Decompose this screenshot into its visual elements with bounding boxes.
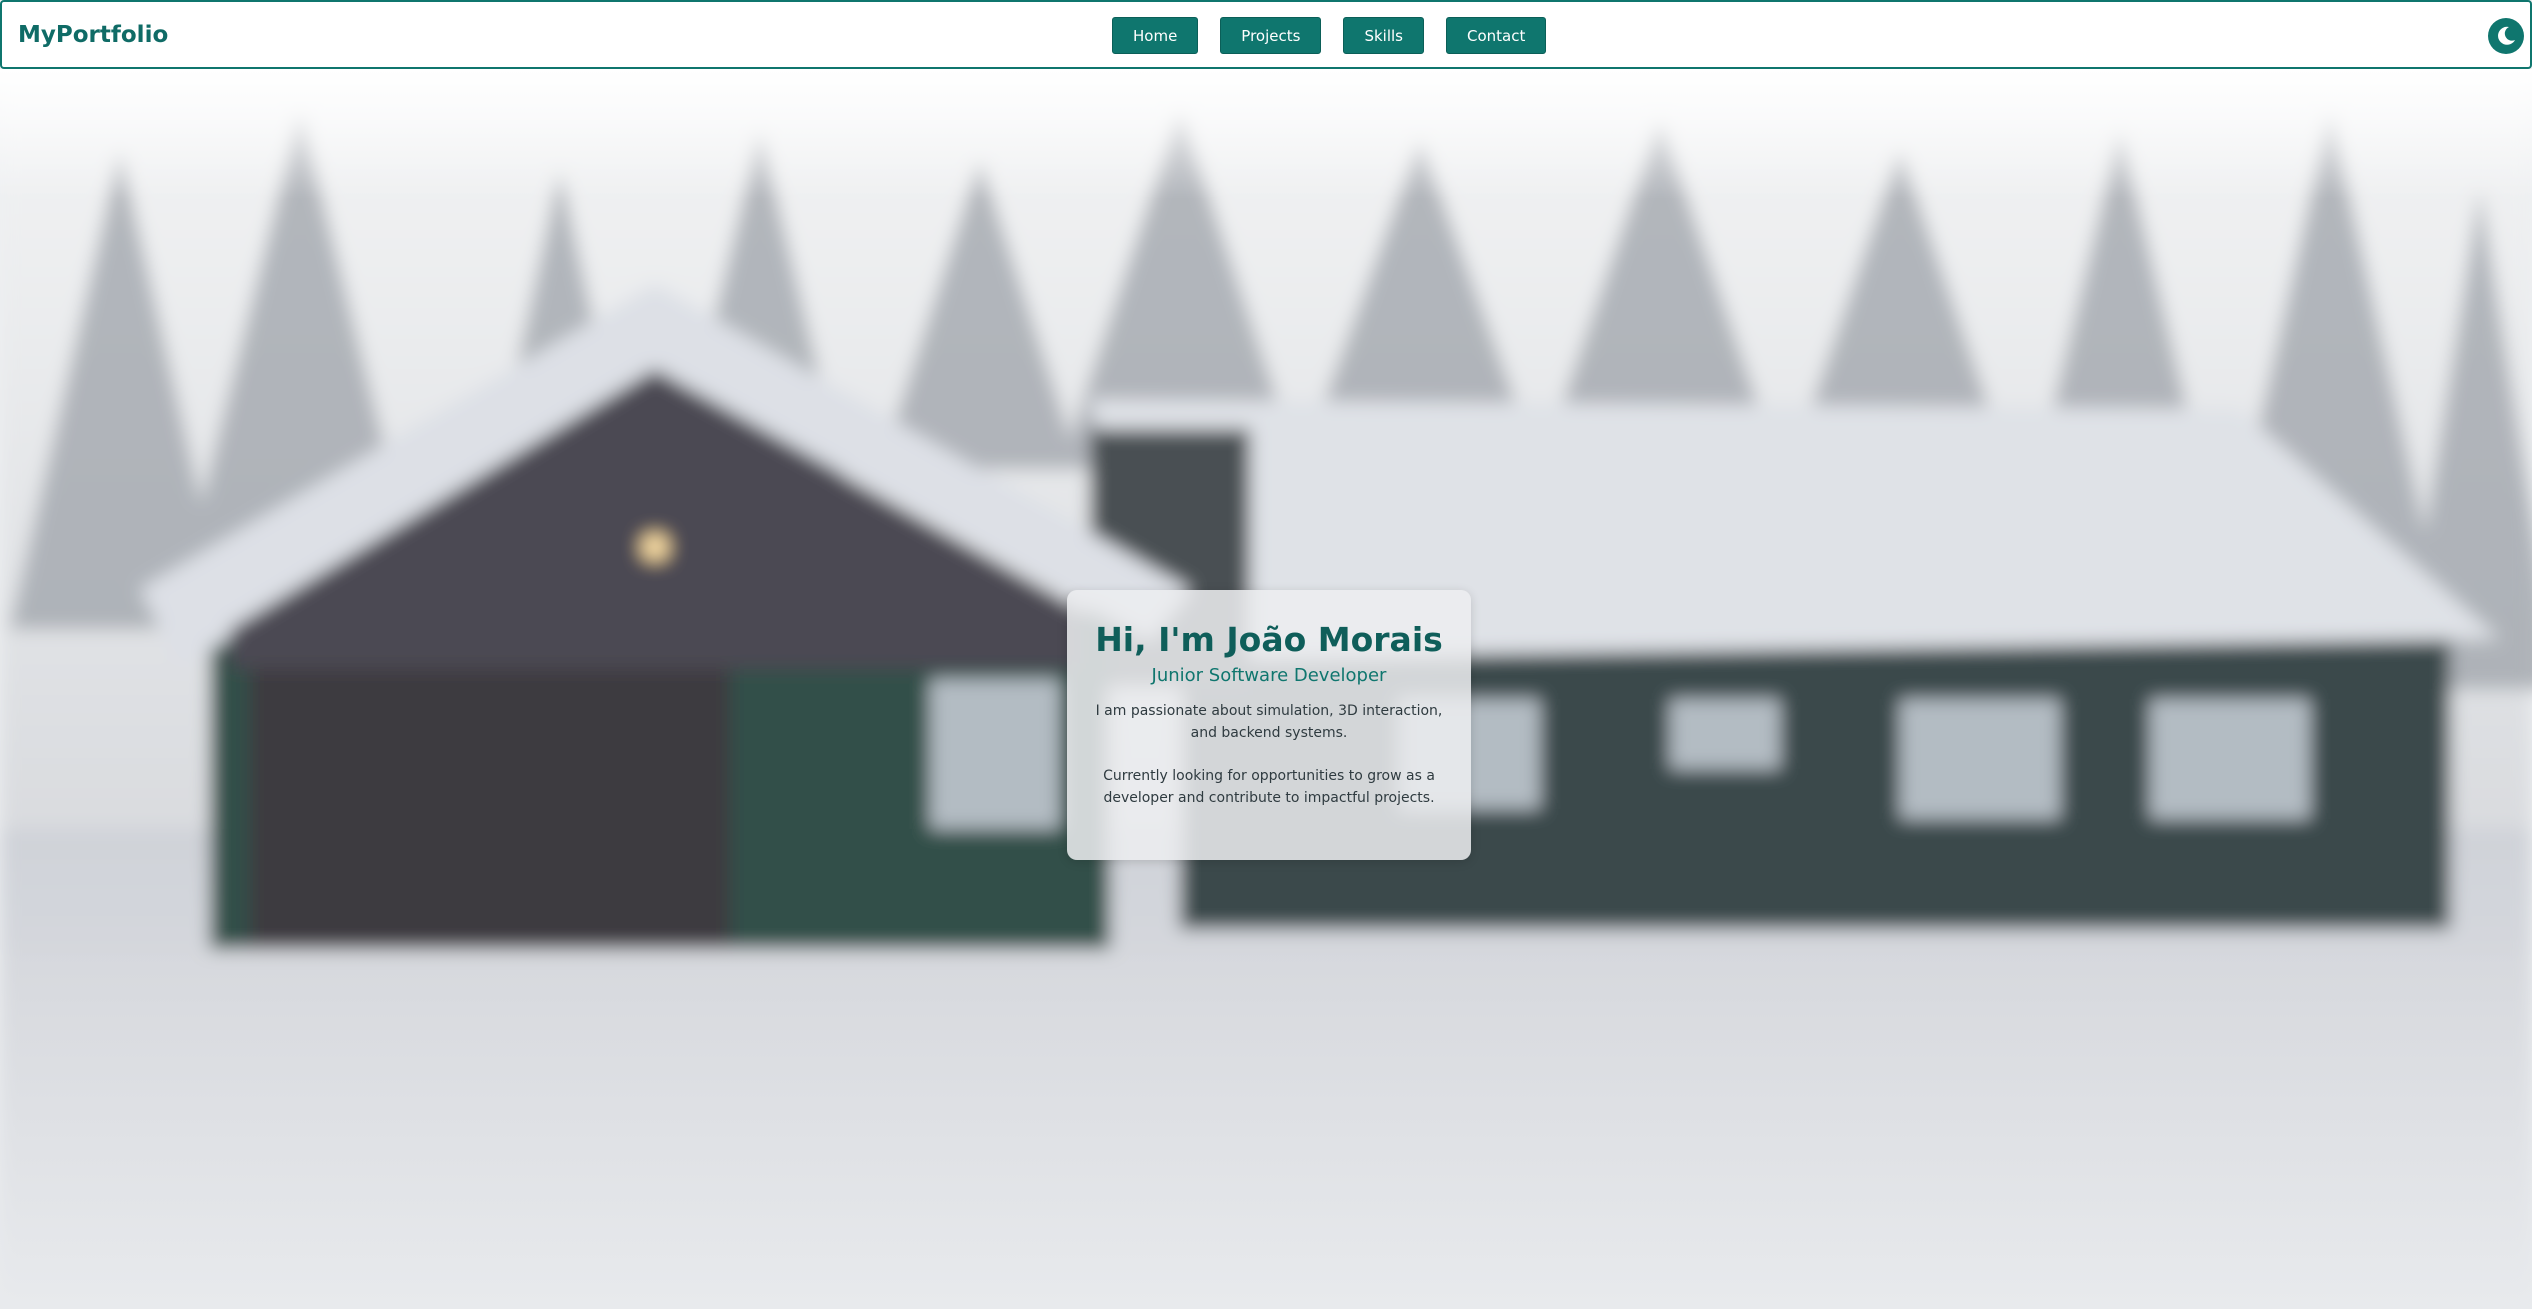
nav-projects-button[interactable]: Projects bbox=[1220, 17, 1322, 54]
nav-skills-button[interactable]: Skills bbox=[1343, 17, 1424, 54]
goal-paragraph: Currently looking for opportunities to g… bbox=[1103, 768, 1435, 806]
hero-top-fade bbox=[0, 69, 2532, 199]
nav-contact-button[interactable]: Contact bbox=[1445, 17, 1547, 54]
theme-toggle-button[interactable] bbox=[2488, 18, 2524, 54]
hero-subtitle: Junior Software Developer bbox=[1151, 665, 1387, 686]
top-navbar: MyPortfolio Home Projects Skills Contact bbox=[0, 0, 2532, 69]
brand-logo[interactable]: MyPortfolio bbox=[18, 22, 168, 48]
nav-links: Home Projects Skills Contact bbox=[1112, 17, 1547, 54]
intro-card: Hi, I'm João Morais Junior Software Deve… bbox=[1067, 590, 1471, 860]
intro-paragraph: I am passionate about simulation, 3D int… bbox=[1095, 703, 1443, 741]
hero-heading: Hi, I'm João Morais bbox=[1095, 620, 1443, 659]
nav-home-button[interactable]: Home bbox=[1112, 17, 1199, 54]
moon-icon bbox=[2498, 26, 2515, 45]
hero-bottom-fade bbox=[0, 949, 2532, 1309]
